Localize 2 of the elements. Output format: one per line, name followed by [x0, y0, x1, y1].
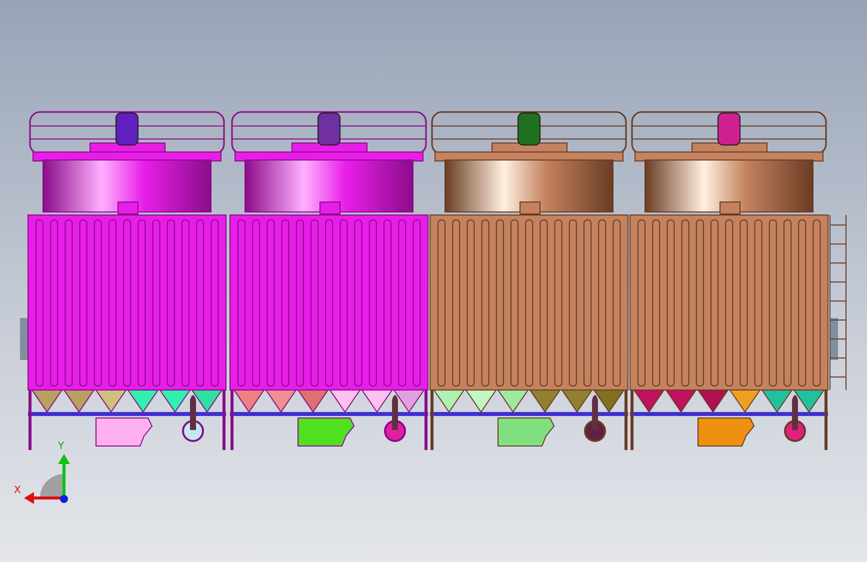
y-axis-label: Y [58, 442, 64, 452]
x-axis-label: X [14, 486, 21, 496]
